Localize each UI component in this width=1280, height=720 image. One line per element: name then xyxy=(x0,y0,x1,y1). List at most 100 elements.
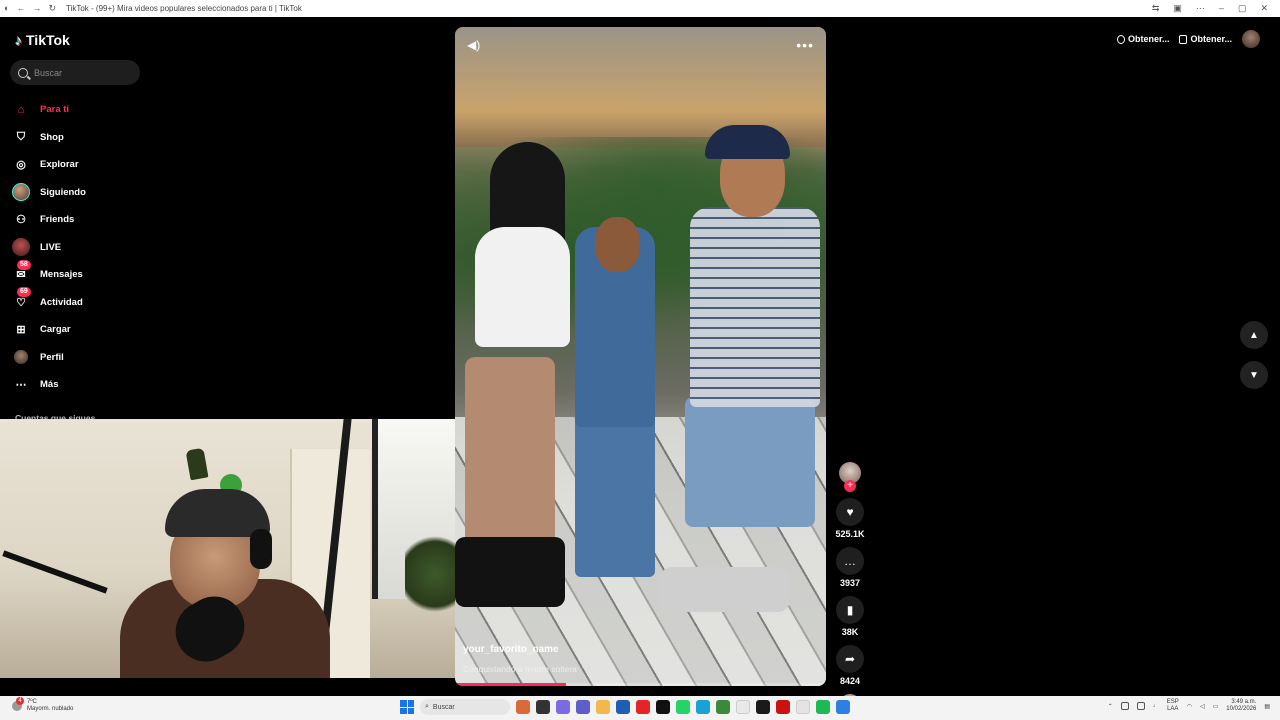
sidebar-item-mensajes[interactable]: ✉ 58 Mensajes xyxy=(12,259,172,289)
save-action[interactable]: ▮ 38K xyxy=(832,596,868,637)
tiktok-taskbar-icon[interactable] xyxy=(656,700,670,714)
sidebar-item-perfil[interactable]: Perfil xyxy=(12,344,172,372)
browser-window: ◐ ← → ↻ TikTok - (99+) Mira videos popul… xyxy=(0,0,1280,720)
sidebar-item-explorar[interactable]: ◎ Explorar xyxy=(12,151,172,179)
forward-icon[interactable]: → xyxy=(32,3,41,14)
reload-icon[interactable]: ↻ xyxy=(48,3,56,14)
more-options-icon[interactable]: ••• xyxy=(796,37,814,53)
device-icon xyxy=(1179,34,1188,44)
comment-action[interactable]: … 3937 xyxy=(832,547,868,588)
sidebar-item-label: Siguiendo xyxy=(40,186,86,198)
video-player[interactable]: ◀) ••• your_favorito_name Conquistando a… xyxy=(455,27,826,686)
system-tray: ⌃ ♩ ESP LAA ◠ ◁ ▭ 3:49 a.m. 10/02/2026 ▤ xyxy=(1108,699,1270,713)
excel-icon[interactable] xyxy=(716,700,730,714)
video-person-man-shoes xyxy=(660,567,790,612)
chrome-icon[interactable] xyxy=(736,700,750,714)
user-avatar[interactable] xyxy=(1242,30,1260,48)
start-windows-icon[interactable] xyxy=(400,700,414,714)
taskbar-search[interactable]: ⌕ xyxy=(420,699,510,715)
language-indicator[interactable]: ESP LAA xyxy=(1167,699,1179,713)
volume-tray-icon[interactable]: ◁ xyxy=(1200,703,1205,710)
translate-icon[interactable]: ⇆ xyxy=(1152,3,1160,14)
video-person-woman-legs xyxy=(465,357,555,547)
taskbar-search-input[interactable] xyxy=(432,703,493,711)
window-title: TikTok - (99+) Mira videos populares sel… xyxy=(65,4,302,13)
profile-avatar xyxy=(14,350,28,365)
weather-widget[interactable]: 4 7ºC Mayorm. nublado xyxy=(12,697,73,713)
sidebar-item-friends[interactable]: ⚇ Friends xyxy=(12,206,172,234)
get-app-button-1[interactable]: Obtener... xyxy=(1116,34,1169,44)
notification-count: 4 xyxy=(16,697,24,705)
chevron-up-icon: ▲ xyxy=(1249,329,1259,341)
video-person-man-cap xyxy=(705,125,790,159)
shop-bag-icon: ⛉ xyxy=(16,130,26,143)
video-author[interactable]: your_favorito_name xyxy=(463,644,559,655)
more-dots-icon: ⋯ xyxy=(15,379,27,392)
get-app-button-2[interactable]: Obtener... xyxy=(1179,34,1232,44)
tray-app-2-icon[interactable] xyxy=(1136,702,1145,710)
sidebar-item-shop[interactable]: ⛉ Shop xyxy=(12,124,172,152)
minimize-icon[interactable]: – xyxy=(1219,3,1224,14)
sidebar-item-siguiendo[interactable]: Siguiendo xyxy=(12,179,172,207)
follow-plus-icon[interactable]: + xyxy=(844,480,856,492)
like-action[interactable]: ♥ 525.1K xyxy=(832,498,868,539)
notifications-icon[interactable]: ▤ xyxy=(1264,703,1270,710)
task-view-icon[interactable] xyxy=(536,700,550,714)
bookmark-icon[interactable]: ▮ xyxy=(836,596,864,624)
sidebar-item-live[interactable]: LIVE xyxy=(12,234,172,262)
back-icon[interactable]: ← xyxy=(16,3,25,14)
share-action[interactable]: ➦ 8424 xyxy=(832,645,868,686)
sidebar-item-label: Perfil xyxy=(40,351,64,363)
app-blue-icon[interactable] xyxy=(836,700,850,714)
volume-icon[interactable]: ◀) xyxy=(467,38,483,54)
spotify-icon[interactable] xyxy=(816,700,830,714)
file-explorer-icon[interactable] xyxy=(596,700,610,714)
sidebar-item-cargar[interactable]: ⊞ Cargar xyxy=(12,316,172,344)
widget-app-icon[interactable] xyxy=(516,700,530,714)
sidebar-item-label: Actividad xyxy=(40,296,83,308)
copilot-icon[interactable] xyxy=(556,700,570,714)
heart-icon[interactable]: ♥ xyxy=(836,498,864,526)
menu-dots-icon[interactable]: ⋯ xyxy=(1196,3,1205,14)
extensions-icon[interactable]: ▣ xyxy=(1173,3,1182,14)
capcut-icon[interactable] xyxy=(756,700,770,714)
tray-chevron-icon[interactable]: ⌃ xyxy=(1108,703,1113,710)
sidebar-item-mas[interactable]: ⋯ Más xyxy=(12,371,172,399)
search-box[interactable] xyxy=(10,60,140,85)
video-person-woman-boots xyxy=(455,537,565,607)
maximize-icon[interactable]: ▢ xyxy=(1238,3,1247,14)
microphone-tray-icon[interactable]: ♩ xyxy=(1153,703,1159,709)
following-avatar xyxy=(12,183,30,202)
tray-app-icon[interactable] xyxy=(1120,702,1129,710)
wifi-icon[interactable]: ◠ xyxy=(1187,703,1192,710)
sidebar-item-label: LIVE xyxy=(40,241,62,253)
edge-icon[interactable] xyxy=(696,700,710,714)
chrome-2-icon[interactable] xyxy=(796,700,810,714)
share-icon[interactable]: ➦ xyxy=(836,645,864,673)
sidebar-item-label: Para ti xyxy=(40,104,70,116)
netflix-icon[interactable] xyxy=(776,700,790,714)
youtube-icon[interactable] xyxy=(636,700,650,714)
battery-icon[interactable]: ▭ xyxy=(1213,703,1219,710)
comment-icon[interactable]: … xyxy=(836,547,864,575)
search-input[interactable] xyxy=(34,67,129,78)
sidebar-item-label: Explorar xyxy=(40,159,79,171)
next-video-button[interactable]: ▼ xyxy=(1240,361,1268,389)
store-icon[interactable] xyxy=(616,700,630,714)
webcam-plant xyxy=(405,529,457,619)
close-icon[interactable]: ✕ xyxy=(1260,3,1268,14)
like-count: 525.1K xyxy=(835,529,865,539)
sidebar-item-actividad[interactable]: ♡ 69 Actividad xyxy=(12,287,172,317)
streamer xyxy=(110,489,340,678)
video-person-man-shirt xyxy=(690,207,820,407)
clock[interactable]: 3:49 a.m. 10/02/2026 xyxy=(1226,699,1256,713)
teams-icon[interactable] xyxy=(576,700,590,714)
previous-video-button[interactable]: ▲ xyxy=(1240,321,1268,349)
tiktok-logo[interactable]: ♪ TikTok xyxy=(15,32,70,48)
video-progress-bar[interactable] xyxy=(455,683,826,686)
creator-avatar[interactable]: + xyxy=(839,462,861,492)
webcam-decor xyxy=(185,447,209,481)
sidebar-item-para-ti[interactable]: ⌂ Para ti xyxy=(12,96,172,124)
taskbar-search-icon: ⌕ xyxy=(425,703,429,710)
whatsapp-icon[interactable] xyxy=(676,700,690,714)
